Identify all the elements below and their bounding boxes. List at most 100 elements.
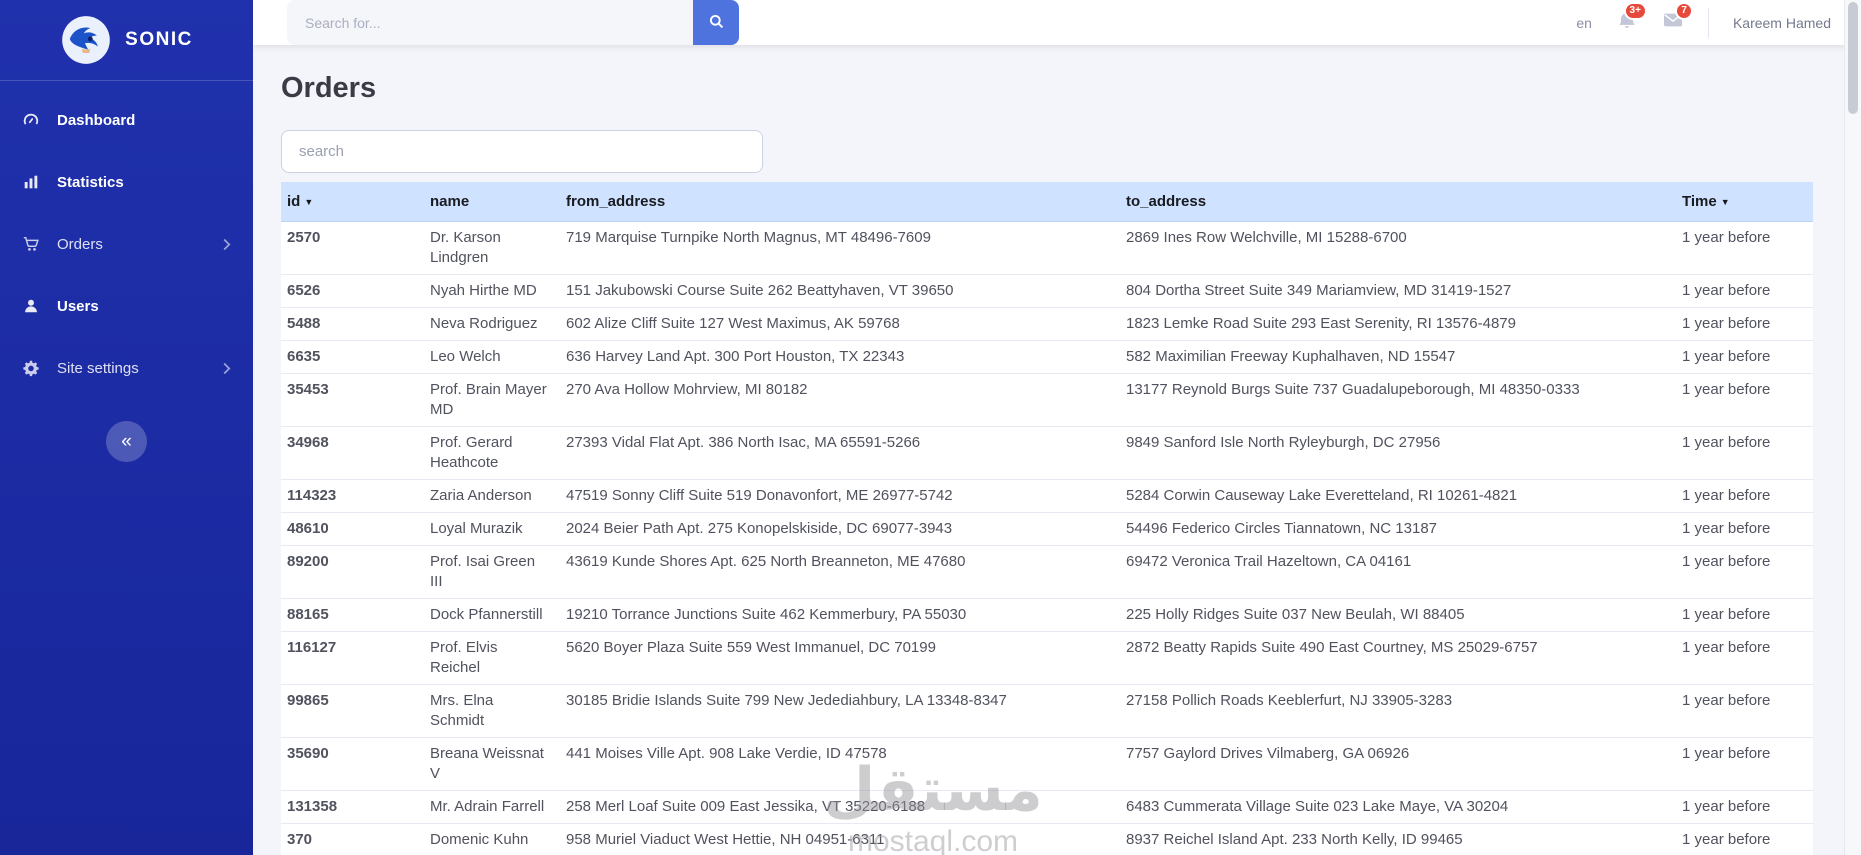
- orders-table: id ▼ name from_address to_address Time ▼ 2…: [281, 182, 1813, 855]
- table-row[interactable]: 2570 Dr. Karson Lindgren 719 Marquise Turn…: [281, 221, 1813, 275]
- cell-to_address: 2872 Beatty Rapids Suite 490 East Courtn…: [1120, 631, 1676, 685]
- topbar-divider: [1707, 7, 1709, 38]
- cell-time: 1 year before: [1676, 598, 1813, 632]
- sidebar-item-statistics[interactable]: Statistics: [0, 151, 253, 213]
- cell-id: 131358: [281, 790, 424, 824]
- column-header-time[interactable]: Time ▼: [1676, 182, 1813, 222]
- cell-name: Prof. Isai Green III: [424, 545, 560, 599]
- sidebar-item-label: Users: [57, 297, 99, 315]
- sonic-logo-icon: [60, 14, 112, 66]
- cell-name: Nyah Hirthe MD: [424, 274, 560, 308]
- cell-id: 114323: [281, 479, 424, 513]
- cell-id: 88165: [281, 598, 424, 632]
- table-row[interactable]: 89200 Prof. Isai Green III 43619 Kunde Sho…: [281, 545, 1813, 599]
- cell-to_address: 6483 Cummerata Village Suite 023 Lake Ma…: [1120, 790, 1676, 824]
- cell-time: 1 year before: [1676, 373, 1813, 427]
- topbar-search-form: [287, 0, 739, 45]
- sidebar-item-dashboard[interactable]: Dashboard: [0, 89, 253, 151]
- search-icon: [708, 13, 725, 33]
- topbar-right: en 3+ 7 Kareem Hamed: [1576, 2, 1831, 38]
- sidebar-item-label: Dashboard: [57, 111, 136, 129]
- sidebar-item-label: Statistics: [57, 173, 124, 191]
- cell-from_address: 151 Jakubowski Course Suite 262 Beattyha…: [560, 274, 1120, 308]
- cell-name: Dock Pfannerstill: [424, 598, 560, 632]
- column-header-to-address[interactable]: to_address: [1120, 182, 1676, 222]
- table-row[interactable]: 99865 Mrs. Elna Schmidt 30185 Bridie Islan…: [281, 684, 1813, 738]
- cell-time: 1 year before: [1676, 823, 1813, 855]
- sidebar-item-users[interactable]: Users: [0, 275, 253, 337]
- table-header-row: id ▼ name from_address to_address Time ▼: [281, 182, 1813, 222]
- dashboard-icon: [22, 110, 44, 130]
- cell-to_address: 1823 Lemke Road Suite 293 East Serenity,…: [1120, 307, 1676, 341]
- column-header-from-address[interactable]: from_address: [560, 182, 1120, 222]
- cell-from_address: 43619 Kunde Shores Apt. 625 North Breann…: [560, 545, 1120, 599]
- table-row[interactable]: 34968 Prof. Gerard Heathcote 27393 Vidal F…: [281, 426, 1813, 480]
- orders-table-body: 2570 Dr. Karson Lindgren 719 Marquise Turn…: [281, 221, 1813, 855]
- cell-to_address: 5284 Corwin Causeway Lake Everetteland, …: [1120, 479, 1676, 513]
- cell-from_address: 19210 Torrance Junctions Suite 462 Kemme…: [560, 598, 1120, 632]
- language-selector[interactable]: en: [1576, 15, 1592, 31]
- cell-time: 1 year before: [1676, 274, 1813, 308]
- cell-id: 6635: [281, 340, 424, 374]
- messages-badge: 7: [1675, 2, 1693, 20]
- table-search-input[interactable]: [281, 130, 763, 173]
- notifications-button[interactable]: 3+: [1616, 2, 1647, 36]
- cell-from_address: 27393 Vidal Flat Apt. 386 North Isac, MA…: [560, 426, 1120, 480]
- topbar: en 3+ 7 Kareem Hamed: [253, 0, 1861, 45]
- cell-name: Prof. Gerard Heathcote: [424, 426, 560, 480]
- chevron-right-icon: [223, 362, 231, 375]
- cell-time: 1 year before: [1676, 221, 1813, 275]
- main: en 3+ 7 Kareem Hamed Orders: [253, 0, 1861, 855]
- scrollbar-thumb[interactable]: [1848, 2, 1858, 114]
- settings-icon: [22, 358, 44, 378]
- cell-time: 1 year before: [1676, 790, 1813, 824]
- table-row[interactable]: 116127 Prof. Elvis Reichel 5620 Boyer Plaz…: [281, 631, 1813, 685]
- cell-time: 1 year before: [1676, 737, 1813, 791]
- topbar-search-button[interactable]: [693, 0, 739, 45]
- cell-time: 1 year before: [1676, 684, 1813, 738]
- cell-id: 2570: [281, 221, 424, 275]
- table-row[interactable]: 5488 Neva Rodriguez 602 Alize Cliff Suite …: [281, 307, 1813, 341]
- table-row[interactable]: 48610 Loyal Murazik 2024 Beier Path Apt. 2…: [281, 512, 1813, 546]
- sidebar-collapse-button[interactable]: «: [106, 421, 147, 462]
- cell-id: 5488: [281, 307, 424, 341]
- table-row[interactable]: 6526 Nyah Hirthe MD 151 Jakubowski Course …: [281, 274, 1813, 308]
- cell-time: 1 year before: [1676, 340, 1813, 374]
- cell-to_address: 7757 Gaylord Drives Vilmaberg, GA 06926: [1120, 737, 1676, 791]
- cell-to_address: 9849 Sanford Isle North Ryleyburgh, DC 2…: [1120, 426, 1676, 480]
- table-row[interactable]: 370 Domenic Kuhn 958 Muriel Viaduct West H…: [281, 823, 1813, 855]
- cell-from_address: 270 Ava Hollow Mohrview, MI 80182: [560, 373, 1120, 427]
- sort-caret-icon: ▼: [1720, 197, 1730, 208]
- sort-caret-icon: ▼: [304, 197, 314, 208]
- cell-name: Mrs. Elna Schmidt: [424, 684, 560, 738]
- cell-from_address: 441 Moises Ville Apt. 908 Lake Verdie, I…: [560, 737, 1120, 791]
- brand[interactable]: SONIC: [0, 0, 253, 80]
- cell-name: Leo Welch: [424, 340, 560, 374]
- table-row[interactable]: 131358 Mr. Adrain Farrell 258 Merl Loaf Su…: [281, 790, 1813, 824]
- sidebar-item-orders[interactable]: Orders: [0, 213, 253, 275]
- user-menu[interactable]: Kareem Hamed: [1733, 15, 1831, 31]
- cell-id: 34968: [281, 426, 424, 480]
- statistics-icon: [22, 172, 44, 192]
- column-header-name[interactable]: name: [424, 182, 560, 222]
- cell-time: 1 year before: [1676, 307, 1813, 341]
- topbar-search-input[interactable]: [287, 0, 693, 45]
- cell-from_address: 30185 Bridie Islands Suite 799 New Jeded…: [560, 684, 1120, 738]
- cell-time: 1 year before: [1676, 479, 1813, 513]
- table-row[interactable]: 35453 Prof. Brain Mayer MD 270 Ava Hollow …: [281, 373, 1813, 427]
- table-row[interactable]: 114323 Zaria Anderson 47519 Sonny Cliff Su…: [281, 479, 1813, 513]
- sidebar-item-label: Orders: [57, 235, 103, 253]
- cell-name: Mr. Adrain Farrell: [424, 790, 560, 824]
- column-header-id[interactable]: id ▼: [281, 182, 424, 222]
- sidebar-item-site-settings[interactable]: Site settings: [0, 337, 253, 399]
- table-row[interactable]: 6635 Leo Welch 636 Harvey Land Apt. 300 Po…: [281, 340, 1813, 374]
- scrollbar[interactable]: [1844, 0, 1861, 855]
- cell-from_address: 602 Alize Cliff Suite 127 West Maximus, …: [560, 307, 1120, 341]
- cell-name: Prof. Elvis Reichel: [424, 631, 560, 685]
- content: Orders id▼ name from_address to_address …: [253, 45, 1861, 855]
- table-row[interactable]: 88165 Dock Pfannerstill 19210 Torrance Jun…: [281, 598, 1813, 632]
- messages-button[interactable]: 7: [1662, 2, 1693, 36]
- table-row[interactable]: 35690 Breana Weissnat V 441 Moises Ville A…: [281, 737, 1813, 791]
- app: SONIC Dashboard Statistics Orders Users …: [0, 0, 1861, 855]
- cell-name: Breana Weissnat V: [424, 737, 560, 791]
